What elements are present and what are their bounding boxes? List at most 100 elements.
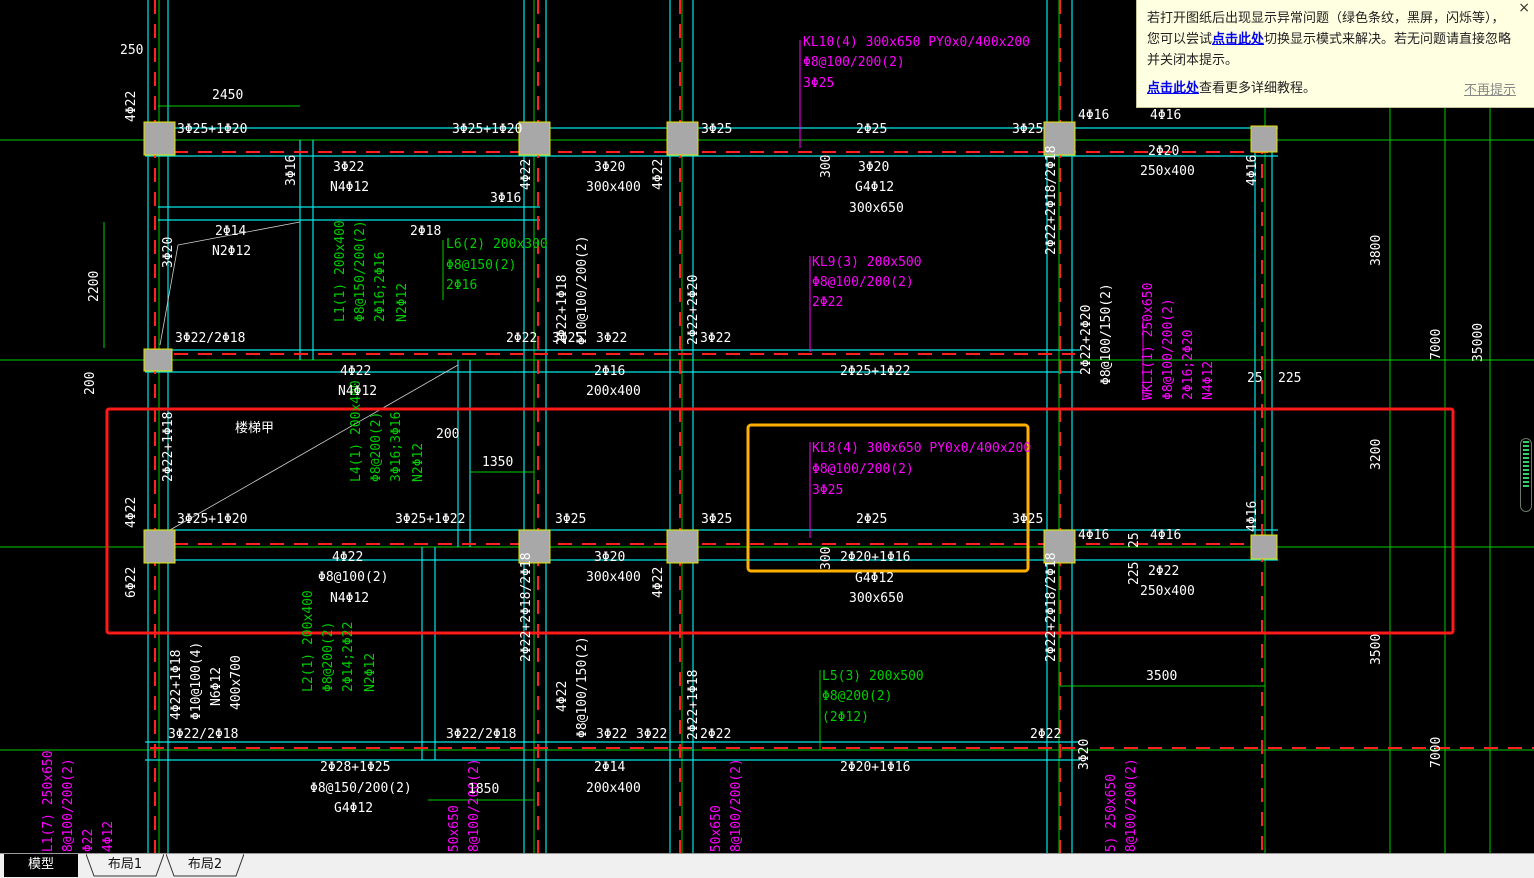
rebar-annotation: 4Φ22 (555, 681, 570, 712)
rebar-annotation: 3Φ25 (555, 512, 586, 527)
rebar-annotation: 4Φ22 (651, 159, 666, 190)
close-icon[interactable]: × (1518, 0, 1530, 16)
beam-size-bottom-mid: 250x650 (709, 805, 724, 860)
rebar-annotation: 2Φ22+2Φ20 (686, 275, 701, 345)
rebar-annotation: 3Φ22/2Φ18 (168, 727, 238, 742)
rebar-annotation: 3Φ25+1Φ20 (177, 512, 247, 527)
rebar-annotation: 3Φ20 (594, 160, 625, 175)
rebar-annotation: 300x400 (586, 570, 641, 585)
cad-drawing-canvas[interactable]: KL10(4) 300x650 PY0x0/400x200 Φ8@100/200… (0, 0, 1534, 878)
rebar-annotation: 3Φ25 (701, 122, 732, 137)
tab-layout2[interactable]: 布局2 (166, 854, 244, 877)
rebar-annotation: 2Φ22+1Φ18 (686, 670, 701, 740)
rebar-annotation: 2Φ22 (700, 727, 731, 742)
dim-3500-v: 3500 (1369, 634, 1384, 665)
l6-bars: 2Φ16 (446, 278, 477, 293)
l6-label: L6(2) 200x300 (446, 237, 548, 252)
tab-layout1[interactable]: 布局1 (86, 854, 164, 877)
kl10-label: KL10(4) 300x650 PY0x0/400x200 (803, 35, 1030, 50)
kl8-stirrup: Φ8@100/200(2) (812, 462, 914, 477)
rebar-annotation: N4Φ12 (330, 591, 369, 606)
beam-stirrup-bottom-right: Φ8@100/200(2) (1124, 758, 1139, 860)
rebar-annotation: 3Φ25+1Φ22 (395, 512, 465, 527)
rebar-annotation: Φ8@100(2) (318, 570, 388, 585)
rebar-annotation: 2Φ22 (506, 331, 537, 346)
rebar-annotation: 250x400 (1140, 584, 1195, 599)
rebar-annotation: 4Φ22 (332, 550, 363, 565)
rebar-annotation: 4Φ16 (1150, 108, 1181, 123)
rebar-annotation: 3Φ25 (1012, 122, 1043, 137)
tutorial-link[interactable]: 点击此处 (1147, 81, 1199, 96)
dim-3200: 3200 (1369, 439, 1384, 470)
kl10-top-bar: 3Φ25 (803, 76, 834, 91)
rebar-annotation: G4Φ12 (855, 571, 894, 586)
rebar-annotation: 2Φ22+2Φ18/2Φ18 (1044, 552, 1059, 662)
dim-1350: 1350 (482, 455, 513, 470)
rebar-annotation: Φ10@100/200(2) (575, 235, 590, 345)
white-annotations: 250 2450 2200 200 200 1350 1850 3500 380… (83, 43, 1486, 816)
rebar-annotation: 楼梯甲 (235, 421, 274, 436)
rebar-annotation: 2Φ25+1Φ22 (840, 364, 910, 379)
l4-stirrup: Φ8@200(2) (369, 412, 384, 482)
rebar-annotation: 2Φ22 (1148, 564, 1179, 579)
dont-show-again-button[interactable]: 不再提示 (1464, 80, 1516, 101)
wkl1-stirrup: Φ8@100/200(2) (1161, 298, 1176, 400)
wkl1-side-bars: N4Φ12 (1201, 361, 1216, 400)
rebar-annotation: 3Φ25+1Φ20 (452, 122, 522, 137)
rebar-annotation: 4Φ22 (651, 567, 666, 598)
l5-label: L5(3) 200x500 (822, 669, 924, 684)
rebar-annotation: 2Φ14 (215, 224, 246, 239)
layout-tab-bar: 模型 布局1 布局2 (0, 853, 1534, 878)
rebar-annotation: 2Φ18 (410, 224, 441, 239)
rebar-annotation: 4Φ16 (1245, 501, 1260, 532)
dim-250: 250 (120, 43, 143, 58)
rebar-annotation: 4Φ16 (1078, 108, 1109, 123)
rebar-annotation: 3Φ22 (333, 160, 364, 175)
beam-stirrup-bottom-left: Φ8@100/200(2) (467, 758, 482, 860)
dim-2200: 2200 (87, 271, 102, 302)
dim-25-b: 25 (1127, 532, 1142, 548)
dim-225-b: 225 (1127, 562, 1142, 585)
rebar-annotation: 4Φ16 (1150, 528, 1181, 543)
beam-size-bottom-right: (5) 250x650 (1104, 774, 1119, 860)
dim-3800: 3800 (1369, 235, 1384, 266)
kl8-label: KL8(4) 300x650 PY0x0/400x200 (812, 441, 1031, 456)
beam-size-bottom-left: 250x650 (447, 805, 462, 860)
scroll-handle[interactable] (1520, 438, 1532, 512)
rebar-annotation: 3Φ22/2Φ18 (175, 331, 245, 346)
l4-side-bars: N2Φ12 (411, 443, 426, 482)
notice-tutorial: 点击此处查看更多详细教程。 (1147, 81, 1317, 96)
rebar-annotation: 3Φ20 (1077, 739, 1092, 770)
l1-stirrup: Φ8@150/200(2) (353, 220, 368, 322)
l2-bars: 2Φ14;2Φ22 (341, 622, 356, 692)
rebar-annotation: 4Φ22 (124, 91, 139, 122)
dim-1850: 1850 (468, 782, 499, 797)
rebar-annotation: 200x400 (586, 384, 641, 399)
rebar-annotation: 3Φ20 (594, 550, 625, 565)
tab-model[interactable]: 模型 (4, 854, 78, 877)
rebar-annotation: 3Φ20 (161, 237, 176, 268)
beam-stirrup-bottom-mid: Φ8@100/200(2) (729, 758, 744, 860)
dim-2450: 2450 (212, 88, 243, 103)
kl9-stirrup: Φ8@100/200(2) (812, 275, 914, 290)
rebar-annotation: G4Φ12 (855, 180, 894, 195)
rebar-annotation: 4Φ16 (1245, 155, 1260, 186)
rebar-annotation: 2Φ14 (594, 760, 625, 775)
dim-225-a: 225 (1278, 371, 1301, 386)
switch-display-mode-link[interactable]: 点击此处 (1212, 32, 1264, 47)
rebar-annotation: 2Φ25 (856, 122, 887, 137)
rebar-annotation: 2Φ22+2Φ18/2Φ18 (1044, 145, 1059, 255)
l5-bars: (2Φ12) (822, 710, 869, 725)
l4-bars: 3Φ16;3Φ16 (389, 412, 404, 482)
rebar-annotation: 2Φ25 (856, 512, 887, 527)
rebar-annotation: 4Φ22+1Φ18 (169, 650, 184, 720)
kl1-label: KL1(7) 250x650 (41, 750, 56, 860)
l5-stirrup: Φ8@200(2) (822, 689, 892, 704)
rebar-annotation: 3Φ16 (284, 155, 299, 186)
rebar-annotation: 300x650 (849, 591, 904, 606)
rebar-annotation: 2Φ22+1Φ18 (555, 275, 570, 345)
wkl1-bars: 2Φ16;2Φ20 (1181, 330, 1196, 400)
rebar-annotation: 3Φ22 (596, 727, 627, 742)
l2-stirrup: Φ8@200(2) (321, 622, 336, 692)
rebar-annotation: 3Φ22 (636, 727, 667, 742)
